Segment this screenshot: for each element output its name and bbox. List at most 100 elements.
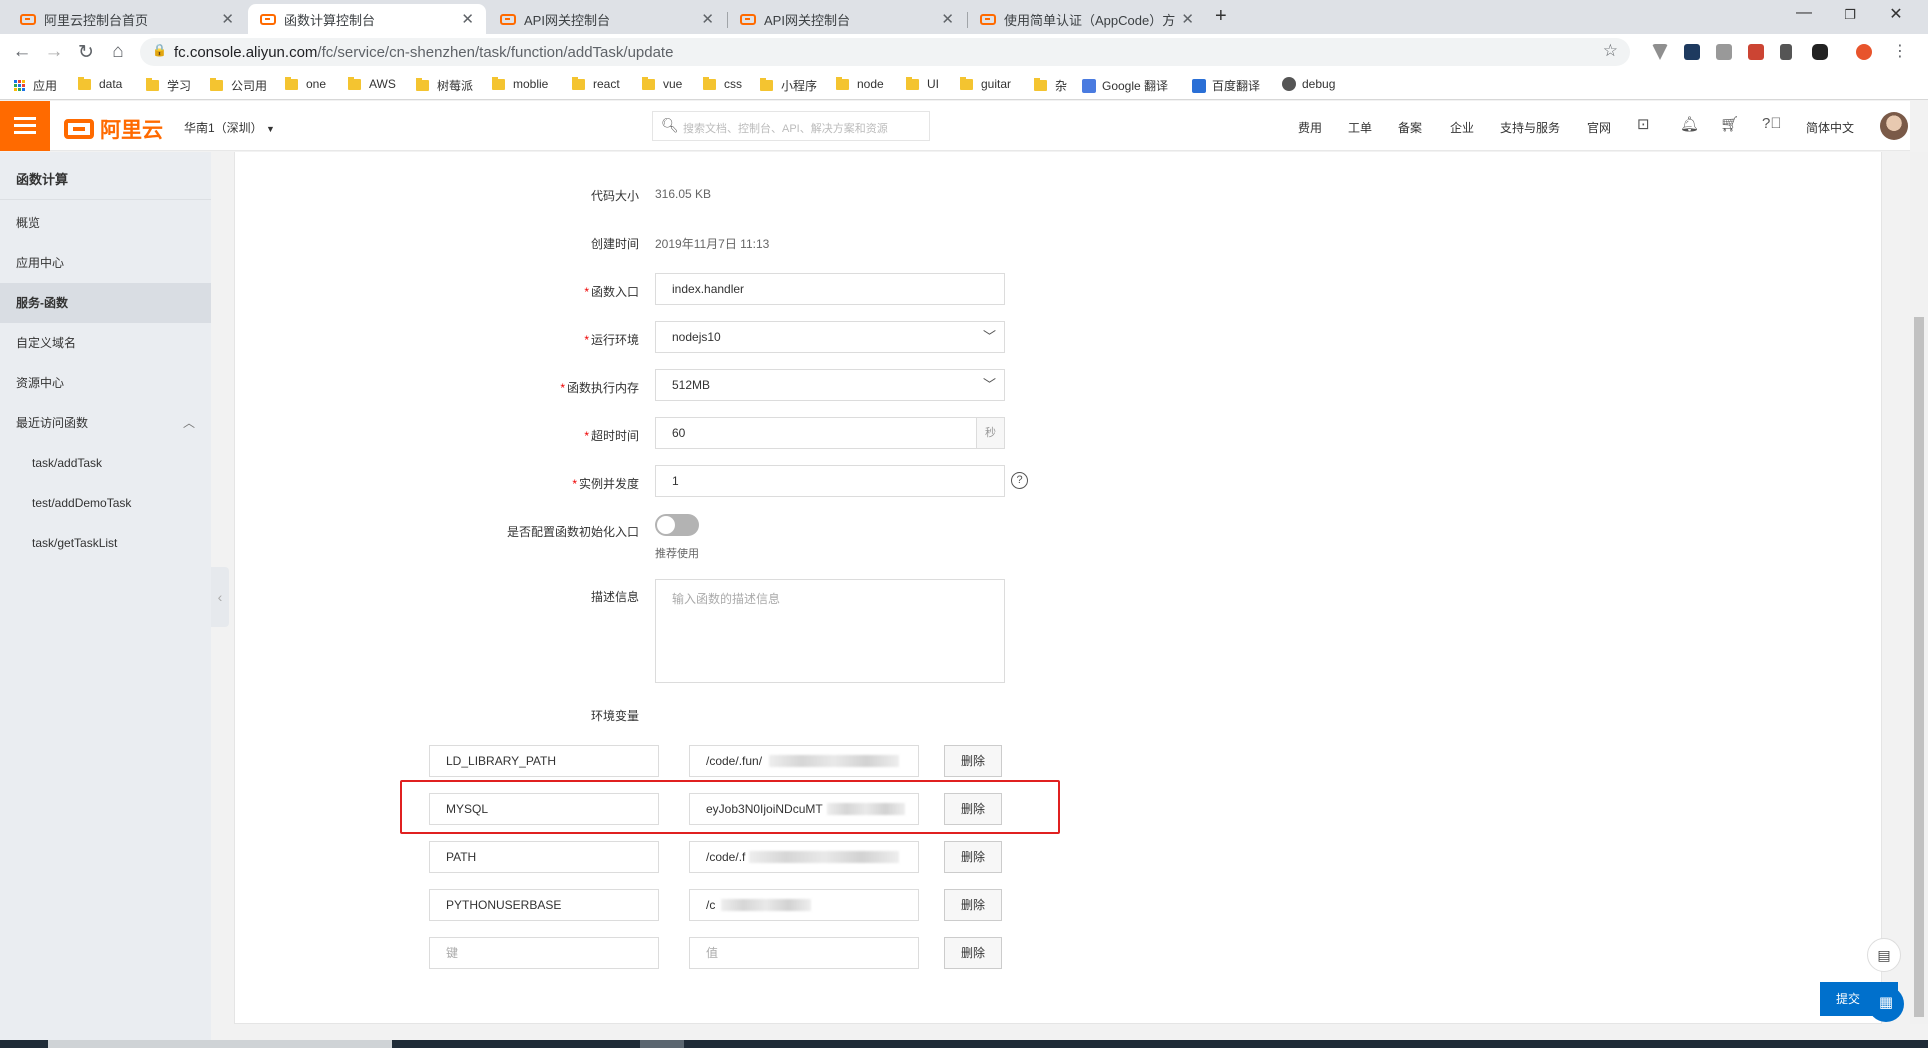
handler-input[interactable]: index.handler bbox=[655, 273, 1005, 305]
nav-support[interactable]: 支持与服务 bbox=[1500, 119, 1560, 136]
taskbar-item[interactable] bbox=[640, 1040, 684, 1048]
close-icon[interactable]: ✕ bbox=[1181, 10, 1194, 28]
bookmark-folder[interactable]: data bbox=[78, 76, 122, 91]
reload-icon[interactable]: ↻ bbox=[74, 41, 98, 64]
delete-button[interactable]: 删除 bbox=[944, 745, 1002, 777]
minimize-icon[interactable]: — bbox=[1784, 4, 1824, 22]
bookmark-folder[interactable]: css bbox=[703, 76, 742, 91]
bookmark-folder[interactable]: vue bbox=[642, 76, 682, 91]
terminal-icon[interactable]: ⊡ bbox=[1637, 115, 1650, 133]
help-icon[interactable]: ? bbox=[1011, 472, 1028, 489]
concurrency-input[interactable]: 1 bbox=[655, 465, 1005, 497]
recent-function-item[interactable]: task/addTask bbox=[0, 443, 211, 483]
nav-ticket[interactable]: 工单 bbox=[1348, 119, 1372, 136]
restore-icon[interactable]: ❐ bbox=[1830, 7, 1870, 23]
close-icon[interactable]: ✕ bbox=[461, 10, 474, 28]
browser-tab[interactable]: API网关控制台 ✕ bbox=[488, 4, 726, 34]
bookmark-folder[interactable]: moblie bbox=[492, 76, 548, 91]
google-translate-icon bbox=[1082, 78, 1096, 93]
nav-fee[interactable]: 费用 bbox=[1298, 119, 1322, 136]
taskbar-item[interactable] bbox=[48, 1040, 392, 1048]
search-input[interactable]: 🔍︎ 搜索文档、控制台、API、解决方案和资源 bbox=[652, 111, 930, 141]
env-key-input[interactable]: PATH bbox=[429, 841, 659, 873]
folder-icon bbox=[416, 78, 429, 91]
extension-vue-icon[interactable] bbox=[1652, 44, 1668, 60]
back-icon[interactable]: ← bbox=[10, 41, 34, 63]
env-key-input[interactable]: PYTHONUSERBASE bbox=[429, 889, 659, 921]
env-key-input-empty[interactable]: 键 bbox=[429, 937, 659, 969]
sidebar-collapse-handle[interactable]: ‹ bbox=[211, 567, 229, 627]
page-scrollbar[interactable] bbox=[1910, 152, 1928, 1024]
extension-json-icon[interactable] bbox=[1780, 44, 1792, 60]
bookmark-star-icon[interactable]: ☆ bbox=[1603, 41, 1618, 61]
delete-button[interactable]: 删除 bbox=[944, 937, 1002, 969]
bookmark-folder[interactable]: AWS bbox=[348, 76, 396, 91]
address-bar[interactable]: 🔒 fc.console.aliyun.com/fc/service/cn-sh… bbox=[140, 38, 1630, 66]
chat-icon[interactable]: ▤ bbox=[1867, 938, 1901, 972]
bookmark-folder[interactable]: guitar bbox=[960, 76, 1011, 91]
close-icon[interactable]: ✕ bbox=[221, 10, 234, 28]
profile-icon[interactable] bbox=[1856, 44, 1872, 60]
extension-icon[interactable] bbox=[1812, 44, 1828, 60]
bell-icon[interactable]: 🔔︎ bbox=[1680, 115, 1699, 133]
close-icon[interactable]: ✕ bbox=[941, 10, 954, 28]
bookmark-folder[interactable]: 杂 bbox=[1034, 77, 1067, 94]
cart-icon[interactable]: 🛒︎ bbox=[1720, 115, 1739, 133]
recent-function-item[interactable]: test/addDemoTask bbox=[0, 483, 211, 523]
bookmark-baidu-translate[interactable]: 百度翻译 bbox=[1192, 77, 1260, 94]
sidebar-item-recent[interactable]: 最近访问函数 ︿ bbox=[0, 403, 211, 443]
browser-tab[interactable]: 使用简单认证（AppCode）方式 ✕ bbox=[968, 4, 1206, 34]
description-textarea[interactable]: 输入函数的描述信息 bbox=[655, 579, 1005, 683]
nav-enterprise[interactable]: 企业 bbox=[1450, 119, 1474, 136]
home-icon[interactable]: ⌂ bbox=[106, 41, 130, 63]
window-close-icon[interactable]: ✕ bbox=[1876, 4, 1916, 24]
bookmark-apps[interactable]: 应用 bbox=[14, 77, 57, 94]
help-icon[interactable]: ?⃝ bbox=[1762, 115, 1782, 132]
sidebar-item-custom-domain[interactable]: 自定义域名 bbox=[0, 323, 211, 363]
sidebar-item-overview[interactable]: 概览 bbox=[0, 203, 211, 243]
extension-icon[interactable] bbox=[1684, 44, 1700, 60]
browser-tab[interactable]: API网关控制台 ✕ bbox=[728, 4, 966, 34]
aliyun-logo[interactable]: 阿里云 bbox=[64, 114, 163, 144]
apps-grid-icon[interactable]: ▦ bbox=[1868, 986, 1904, 1022]
hamburger-menu-icon[interactable] bbox=[0, 101, 50, 151]
bookmark-folder[interactable]: UI bbox=[906, 76, 939, 91]
bookmark-folder[interactable]: 公司用 bbox=[210, 77, 267, 94]
new-tab-button[interactable]: + bbox=[1215, 5, 1227, 28]
bookmark-folder[interactable]: one bbox=[285, 76, 326, 91]
nav-website[interactable]: 官网 bbox=[1587, 119, 1611, 136]
delete-button[interactable]: 删除 bbox=[944, 841, 1002, 873]
runtime-select[interactable]: nodejs10 ﹀ bbox=[655, 321, 1005, 353]
avatar[interactable] bbox=[1880, 112, 1908, 140]
env-key-input[interactable]: LD_LIBRARY_PATH bbox=[429, 745, 659, 777]
close-icon[interactable]: ✕ bbox=[701, 10, 714, 28]
bookmark-debug[interactable]: debug bbox=[1282, 77, 1335, 91]
memory-select[interactable]: 512MB ﹀ bbox=[655, 369, 1005, 401]
bookmark-google-translate[interactable]: Google 翻译 bbox=[1082, 77, 1168, 94]
bookmark-folder[interactable]: node bbox=[836, 76, 884, 91]
language-selector[interactable]: 简体中文 bbox=[1806, 119, 1854, 136]
browser-tab[interactable]: 阿里云控制台首页 ✕ bbox=[8, 4, 246, 34]
extension-qr-icon[interactable] bbox=[1716, 44, 1732, 60]
region-selector[interactable]: 华南1（深圳） ▼ bbox=[184, 119, 275, 136]
env-value-input-empty[interactable]: 值 bbox=[689, 937, 919, 969]
scrollbar-thumb[interactable] bbox=[1914, 317, 1924, 1017]
sidebar-item-service-function[interactable]: 服务-函数 bbox=[0, 283, 211, 323]
bookmark-folder[interactable]: 树莓派 bbox=[416, 77, 473, 94]
sidebar-item-app-center[interactable]: 应用中心 bbox=[0, 243, 211, 283]
delete-button[interactable]: 删除 bbox=[944, 889, 1002, 921]
recent-function-item[interactable]: task/getTaskList bbox=[0, 523, 211, 563]
timeout-input[interactable]: 60 秒 bbox=[655, 417, 1005, 449]
nav-icp[interactable]: 备案 bbox=[1398, 119, 1422, 136]
init-entry-toggle[interactable] bbox=[655, 514, 699, 536]
bookmark-folder[interactable]: 小程序 bbox=[760, 77, 817, 94]
bookmark-folder[interactable]: 学习 bbox=[146, 77, 191, 94]
timeout-label: * 超时时间 bbox=[584, 429, 639, 443]
chevron-down-icon: ﹀ bbox=[982, 329, 996, 344]
extension-off-icon[interactable] bbox=[1748, 44, 1764, 60]
forward-icon[interactable]: → bbox=[42, 41, 66, 63]
menu-dots-icon[interactable]: ⋮ bbox=[1888, 41, 1912, 61]
sidebar-item-resource-center[interactable]: 资源中心 bbox=[0, 363, 211, 403]
browser-tab-active[interactable]: 函数计算控制台 ✕ bbox=[248, 4, 486, 34]
bookmark-folder[interactable]: react bbox=[572, 76, 620, 91]
